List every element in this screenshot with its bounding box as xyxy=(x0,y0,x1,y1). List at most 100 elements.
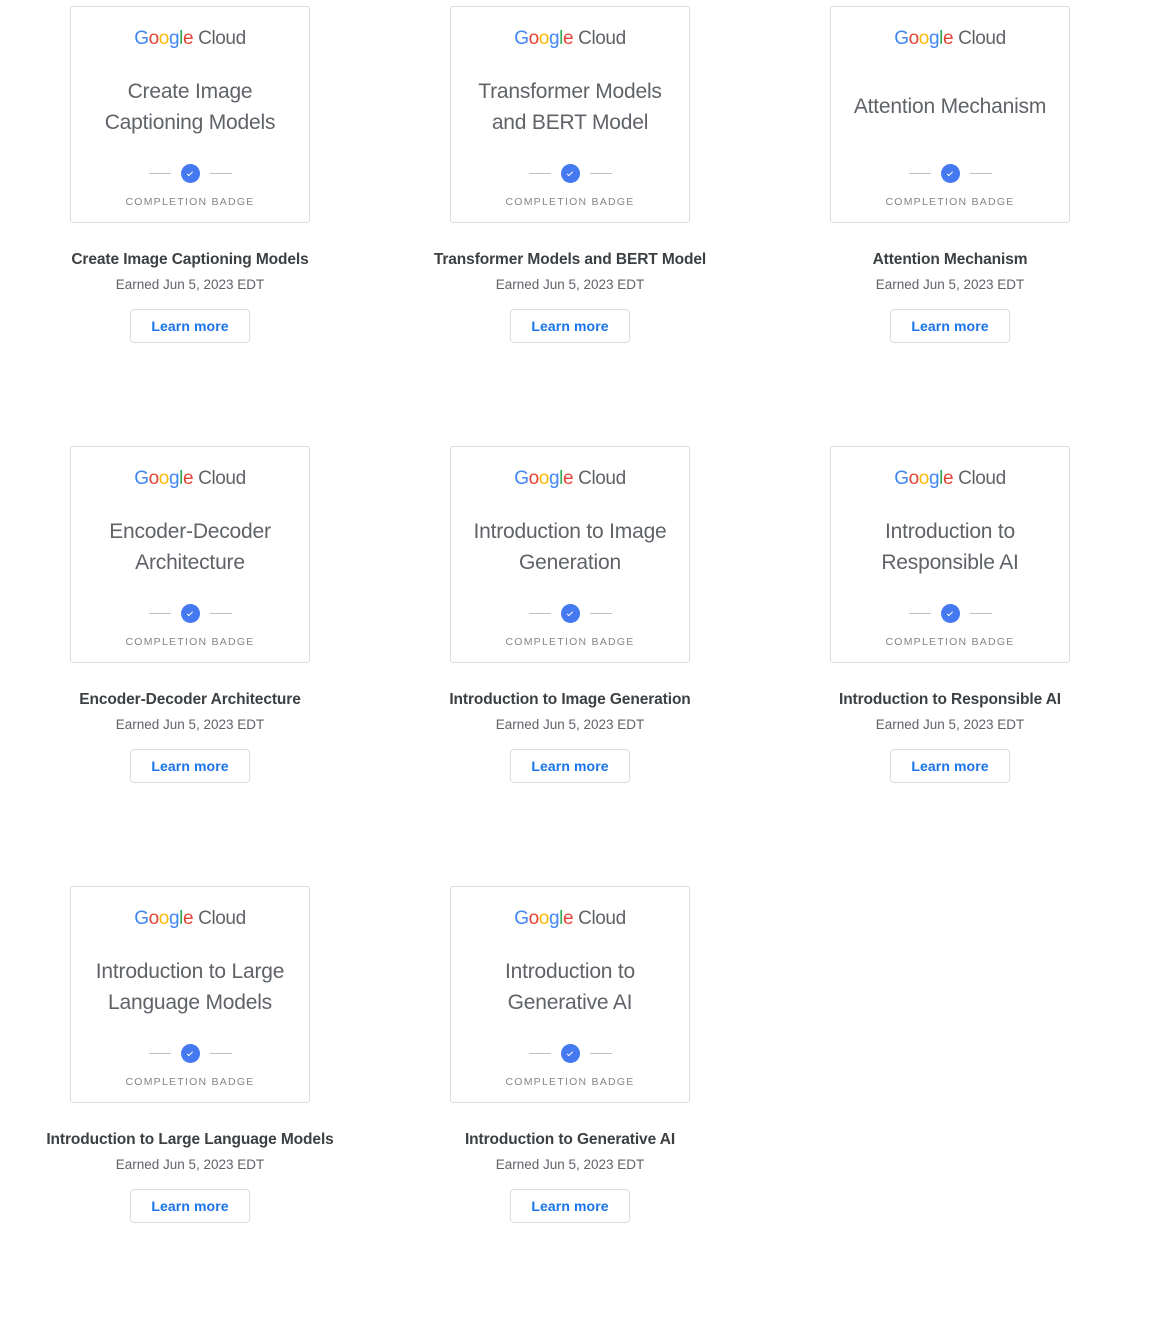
google-cloud-logo: Google Cloud xyxy=(134,469,246,488)
check-circle-icon xyxy=(560,1044,580,1063)
google-wordmark: Google xyxy=(134,909,193,928)
learn-more-button[interactable]: Learn more xyxy=(510,308,630,343)
logo-letter-o2: o xyxy=(158,908,170,929)
logo-letter-g2: g xyxy=(548,28,560,49)
learn-more-button[interactable]: Learn more xyxy=(510,1188,630,1223)
divider-dash-left xyxy=(908,173,931,174)
badge-cell: Google Cloud Introduction to Large Langu… xyxy=(0,880,380,1320)
badge-caption: COMPLETION BADGE xyxy=(505,636,635,648)
logo-letter-o1: o xyxy=(148,28,160,49)
learn-more-button[interactable]: Learn more xyxy=(890,308,1010,343)
badge-earned-date: Earned Jun 5, 2023 EDT xyxy=(115,276,265,292)
badge-art-card[interactable]: Google Cloud Transformer Models and BERT… xyxy=(450,6,690,223)
logo-letter-g2: g xyxy=(168,468,180,489)
badge-caption: COMPLETION BADGE xyxy=(125,636,255,648)
badge-divider xyxy=(528,604,612,623)
badge-art-card[interactable]: Google Cloud Introduction to Image Gener… xyxy=(450,446,690,663)
badge-caption: COMPLETION BADGE xyxy=(125,1076,255,1088)
logo-letter-g2: g xyxy=(548,908,560,929)
cloud-wordmark: Cloud xyxy=(578,908,626,929)
logo-letter-o1: o xyxy=(908,468,920,489)
badge-art-title: Introduction to Image Generation xyxy=(473,519,667,574)
badge-divider xyxy=(148,604,232,623)
badge-caption: COMPLETION BADGE xyxy=(505,1076,635,1088)
divider-dash-right xyxy=(589,1053,612,1054)
logo-letter-g2: g xyxy=(168,28,180,49)
divider-dash-right xyxy=(589,613,612,614)
divider-dash-left xyxy=(908,613,931,614)
learn-more-button[interactable]: Learn more xyxy=(890,748,1010,783)
badge-divider xyxy=(908,164,992,183)
logo-letter-o2: o xyxy=(538,28,550,49)
google-wordmark: Google xyxy=(134,469,193,488)
learn-more-button[interactable]: Learn more xyxy=(130,308,250,343)
logo-letter-o2: o xyxy=(538,468,550,489)
logo-letter-g: G xyxy=(514,908,529,929)
badge-art-card[interactable]: Google Cloud Create Image Captioning Mod… xyxy=(70,6,310,223)
badge-cell: Google Cloud Attention Mechanism COMPLET… xyxy=(760,0,1140,440)
badge-art-title: Encoder-Decoder Architecture xyxy=(109,519,271,574)
divider-dash-left xyxy=(148,1053,171,1054)
badge-divider xyxy=(148,1044,232,1063)
badge-art-card[interactable]: Google Cloud Introduction to Generative … xyxy=(450,886,690,1103)
logo-letter-g: G xyxy=(514,28,529,49)
badge-art-title: Introduction to Generative AI xyxy=(504,959,636,1014)
badge-cell: Google Cloud Introduction to Generative … xyxy=(380,880,760,1320)
google-cloud-logo: Google Cloud xyxy=(514,469,626,488)
badge-art-card[interactable]: Google Cloud Introduction to Responsible… xyxy=(830,446,1070,663)
logo-letter-o1: o xyxy=(528,908,540,929)
check-circle-icon xyxy=(560,604,580,623)
logo-letter-g2: g xyxy=(928,468,940,489)
badge-cell: Google Cloud Introduction to Responsible… xyxy=(760,440,1140,880)
logo-letter-e: e xyxy=(562,908,574,929)
learn-more-button[interactable]: Learn more xyxy=(130,748,250,783)
badge-name: Introduction to Responsible AI xyxy=(838,691,1062,708)
divider-dash-left xyxy=(528,173,551,174)
google-wordmark: Google xyxy=(514,909,573,928)
badge-earned-date: Earned Jun 5, 2023 EDT xyxy=(115,716,265,732)
logo-letter-e: e xyxy=(942,468,954,489)
divider-dash-right xyxy=(589,173,612,174)
badge-name: Introduction to Generative AI xyxy=(464,1131,676,1148)
badge-caption: COMPLETION BADGE xyxy=(125,196,255,208)
badge-earned-date: Earned Jun 5, 2023 EDT xyxy=(875,716,1025,732)
badge-cell: Google Cloud Introduction to Image Gener… xyxy=(380,440,760,880)
badge-art-card[interactable]: Google Cloud Attention Mechanism COMPLET… xyxy=(830,6,1070,223)
logo-letter-g: G xyxy=(134,908,149,929)
google-cloud-logo: Google Cloud xyxy=(894,29,1006,48)
badge-art-card[interactable]: Google Cloud Encoder-Decoder Architectur… xyxy=(70,446,310,663)
logo-letter-g2: g xyxy=(168,908,180,929)
google-wordmark: Google xyxy=(134,29,193,48)
logo-letter-o1: o xyxy=(148,908,160,929)
badge-divider xyxy=(528,1044,612,1063)
logo-letter-o1: o xyxy=(148,468,160,489)
check-circle-icon xyxy=(180,164,200,183)
divider-dash-right xyxy=(209,173,232,174)
logo-letter-o1: o xyxy=(908,28,920,49)
cloud-wordmark: Cloud xyxy=(198,28,246,49)
google-wordmark: Google xyxy=(894,469,953,488)
badge-earned-date: Earned Jun 5, 2023 EDT xyxy=(495,716,645,732)
logo-letter-o2: o xyxy=(918,28,930,49)
logo-letter-o1: o xyxy=(528,468,540,489)
google-cloud-logo: Google Cloud xyxy=(134,909,246,928)
badge-art-card[interactable]: Google Cloud Introduction to Large Langu… xyxy=(70,886,310,1103)
logo-letter-e: e xyxy=(942,28,954,49)
logo-letter-o2: o xyxy=(158,28,170,49)
check-circle-icon xyxy=(940,164,960,183)
google-wordmark: Google xyxy=(514,29,573,48)
learn-more-button[interactable]: Learn more xyxy=(510,748,630,783)
learn-more-button[interactable]: Learn more xyxy=(130,1188,250,1223)
google-cloud-logo: Google Cloud xyxy=(514,909,626,928)
google-cloud-logo: Google Cloud xyxy=(894,469,1006,488)
badge-cell: Google Cloud Transformer Models and BERT… xyxy=(380,0,760,440)
badge-cell: Google Cloud Encoder-Decoder Architectur… xyxy=(0,440,380,880)
badge-caption: COMPLETION BADGE xyxy=(885,196,1015,208)
divider-dash-left xyxy=(528,1053,551,1054)
badge-name: Introduction to Large Language Models xyxy=(46,1131,334,1148)
logo-letter-g: G xyxy=(894,468,909,489)
badge-earned-date: Earned Jun 5, 2023 EDT xyxy=(875,276,1025,292)
logo-letter-g2: g xyxy=(548,468,560,489)
google-cloud-logo: Google Cloud xyxy=(134,29,246,48)
logo-letter-g: G xyxy=(894,28,909,49)
